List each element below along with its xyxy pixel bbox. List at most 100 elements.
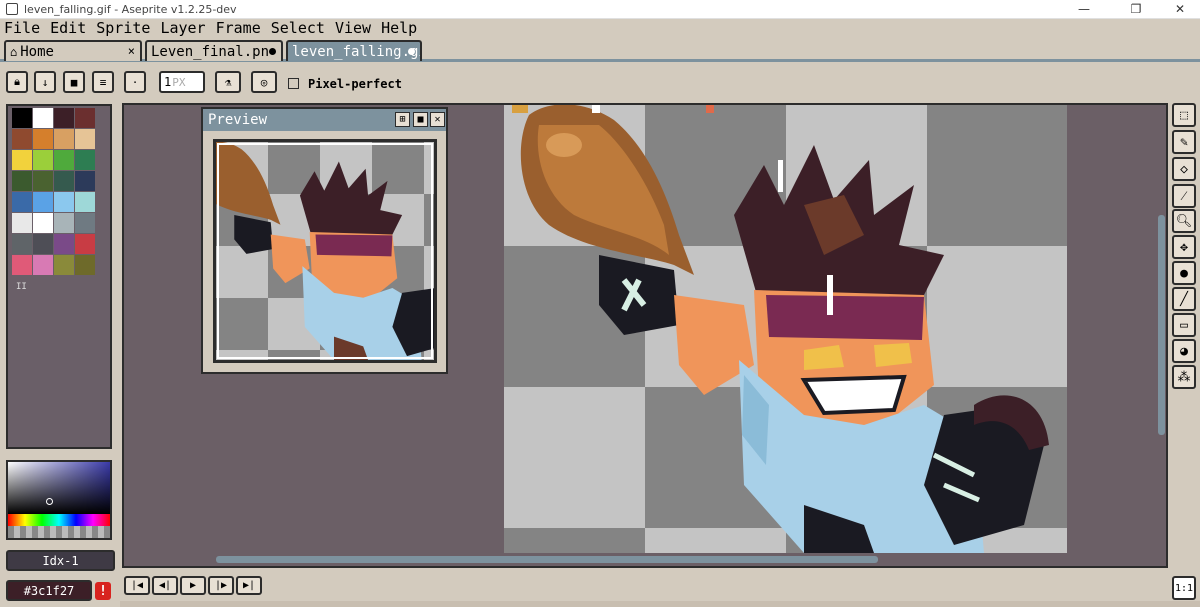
palette-swatch[interactable] xyxy=(12,108,32,128)
palette-swatch[interactable] xyxy=(75,108,95,128)
pixel-perfect-checkbox[interactable] xyxy=(288,78,299,89)
preview-play-button[interactable]: ■ xyxy=(413,112,428,127)
down-arrow-button[interactable]: ↓ xyxy=(34,71,56,93)
alpha-slider[interactable] xyxy=(8,526,110,538)
menu-file[interactable]: File xyxy=(0,19,45,38)
sprite-canvas[interactable] xyxy=(504,105,1067,553)
arrow-down-icon: ↓ xyxy=(41,75,49,89)
layer-button[interactable]: ■ xyxy=(63,71,85,93)
brush-pattern-button[interactable]: ◎ xyxy=(251,71,277,93)
brush-size-input[interactable]: 1 PX xyxy=(159,71,205,93)
preview-title: Preview xyxy=(208,112,268,128)
vertical-scrollbar[interactable] xyxy=(1158,215,1165,435)
previous-frame-icon: ◀| xyxy=(158,580,172,591)
horizontal-scrollbar[interactable] xyxy=(216,556,878,563)
tool-spray[interactable]: ⁂ xyxy=(1172,365,1196,389)
palette-swatch[interactable] xyxy=(33,129,53,149)
palette-swatch[interactable] xyxy=(12,213,32,233)
palette-swatch[interactable] xyxy=(75,213,95,233)
preview-window[interactable]: Preview ⊞ ■ ✕ xyxy=(201,107,448,374)
tool-line[interactable]: ╱ xyxy=(1172,287,1196,311)
hue-slider[interactable] xyxy=(8,514,110,526)
home-icon: ⌂ xyxy=(10,44,18,59)
palette-swatch[interactable] xyxy=(33,255,53,275)
menu-help[interactable]: Help xyxy=(376,19,422,38)
tool-eyedropper[interactable]: ⁄ xyxy=(1172,184,1196,208)
menu-select[interactable]: Select xyxy=(266,19,330,38)
palette-swatch[interactable] xyxy=(54,255,74,275)
palette-swatch[interactable] xyxy=(33,108,53,128)
preview-canvas xyxy=(213,139,437,363)
tab-close-icon[interactable]: × xyxy=(128,44,135,58)
menu-layer[interactable]: Layer xyxy=(155,19,210,38)
maximize-button[interactable]: ❐ xyxy=(1116,0,1156,19)
ink-button[interactable]: ⚗ xyxy=(215,71,241,93)
palette-swatch[interactable] xyxy=(54,192,74,212)
tool-paint-bucket[interactable]: ● xyxy=(1172,261,1196,285)
saturation-value-field[interactable] xyxy=(8,462,110,514)
palette-swatch[interactable] xyxy=(12,129,32,149)
tool-marquee[interactable]: ⬚ xyxy=(1172,103,1196,127)
menu-view[interactable]: View xyxy=(330,19,376,38)
last-frame-button[interactable]: ▶| xyxy=(236,576,262,595)
color-picker-cursor[interactable] xyxy=(46,498,53,505)
palette-swatch[interactable] xyxy=(33,192,53,212)
palette-swatch[interactable] xyxy=(12,171,32,191)
tool-move[interactable]: ✥ xyxy=(1172,235,1196,259)
palette-swatch[interactable] xyxy=(75,192,95,212)
palette-swatch[interactable] xyxy=(33,171,53,191)
palette-swatch[interactable] xyxy=(54,213,74,233)
lock-alpha-button[interactable]: 🔒︎ xyxy=(6,71,28,93)
tab-label: Home xyxy=(20,43,54,60)
status-bar xyxy=(120,601,1200,607)
window-titlebar: leven_falling.gif - Aseprite v1.2.25-dev… xyxy=(0,0,1200,19)
palette-swatch[interactable] xyxy=(12,192,32,212)
color-index-field[interactable]: Idx-1 xyxy=(6,550,115,571)
palette-swatch[interactable] xyxy=(54,129,74,149)
tab-home[interactable]: ⌂ Home × xyxy=(4,40,142,61)
close-icon: ✕ xyxy=(434,114,441,125)
tool-blur[interactable]: ◕ xyxy=(1172,339,1196,363)
brush-type-button[interactable]: · xyxy=(124,71,146,93)
palette-swatch[interactable] xyxy=(33,234,53,254)
next-frame-button[interactable]: |▶ xyxy=(208,576,234,595)
palette-swatch[interactable] xyxy=(75,171,95,191)
play-icon: ▶ xyxy=(189,580,197,591)
color-picker[interactable] xyxy=(6,460,112,540)
palette-swatch[interactable] xyxy=(54,150,74,170)
palette-swatch[interactable] xyxy=(75,150,95,170)
preview-close-button[interactable]: ✕ xyxy=(430,112,445,127)
zoom-reset-button[interactable]: 1:1 xyxy=(1172,576,1196,600)
play-button[interactable]: ▶ xyxy=(180,576,206,595)
palette-swatch[interactable] xyxy=(75,129,95,149)
palette-swatch[interactable] xyxy=(75,234,95,254)
palette-swatch[interactable] xyxy=(54,171,74,191)
palette-swatch[interactable] xyxy=(75,255,95,275)
tab-leven-final[interactable]: Leven_final.pn xyxy=(145,40,283,61)
warning-icon[interactable]: ! xyxy=(95,582,111,600)
tool-zoom[interactable]: 🔍︎ xyxy=(1172,209,1196,233)
palette-swatch[interactable] xyxy=(12,234,32,254)
tab-leven-falling[interactable]: leven_falling.gi xyxy=(286,40,422,61)
palette-swatch[interactable] xyxy=(54,108,74,128)
tool-pencil[interactable]: ✎ xyxy=(1172,130,1196,154)
menu-frame[interactable]: Frame xyxy=(211,19,266,38)
first-frame-button[interactable]: |◀ xyxy=(124,576,150,595)
foreground-color-hex[interactable]: #3c1f27 xyxy=(6,580,92,601)
menu-edit[interactable]: Edit xyxy=(45,19,91,38)
palette-swatch[interactable] xyxy=(12,150,32,170)
menu-sprite[interactable]: Sprite xyxy=(91,19,155,38)
list-button[interactable]: ≡ xyxy=(92,71,114,93)
tools-bar: ⬚ ✎ ◇ ⁄ 🔍︎ ✥ ● ╱ ▭ ◕ ⁂ xyxy=(1170,103,1200,393)
close-window-button[interactable]: ✕ xyxy=(1160,0,1200,19)
tool-rectangle[interactable]: ▭ xyxy=(1172,313,1196,337)
palette-swatch[interactable] xyxy=(33,213,53,233)
palette-swatch[interactable] xyxy=(12,255,32,275)
palette-swatch[interactable] xyxy=(33,150,53,170)
tool-eraser[interactable]: ◇ xyxy=(1172,157,1196,181)
previous-frame-button[interactable]: ◀| xyxy=(152,576,178,595)
preview-center-button[interactable]: ⊞ xyxy=(395,112,410,127)
palette-swatch[interactable] xyxy=(54,234,74,254)
palette-badge: II xyxy=(16,282,27,292)
minimize-button[interactable]: — xyxy=(1064,0,1104,19)
